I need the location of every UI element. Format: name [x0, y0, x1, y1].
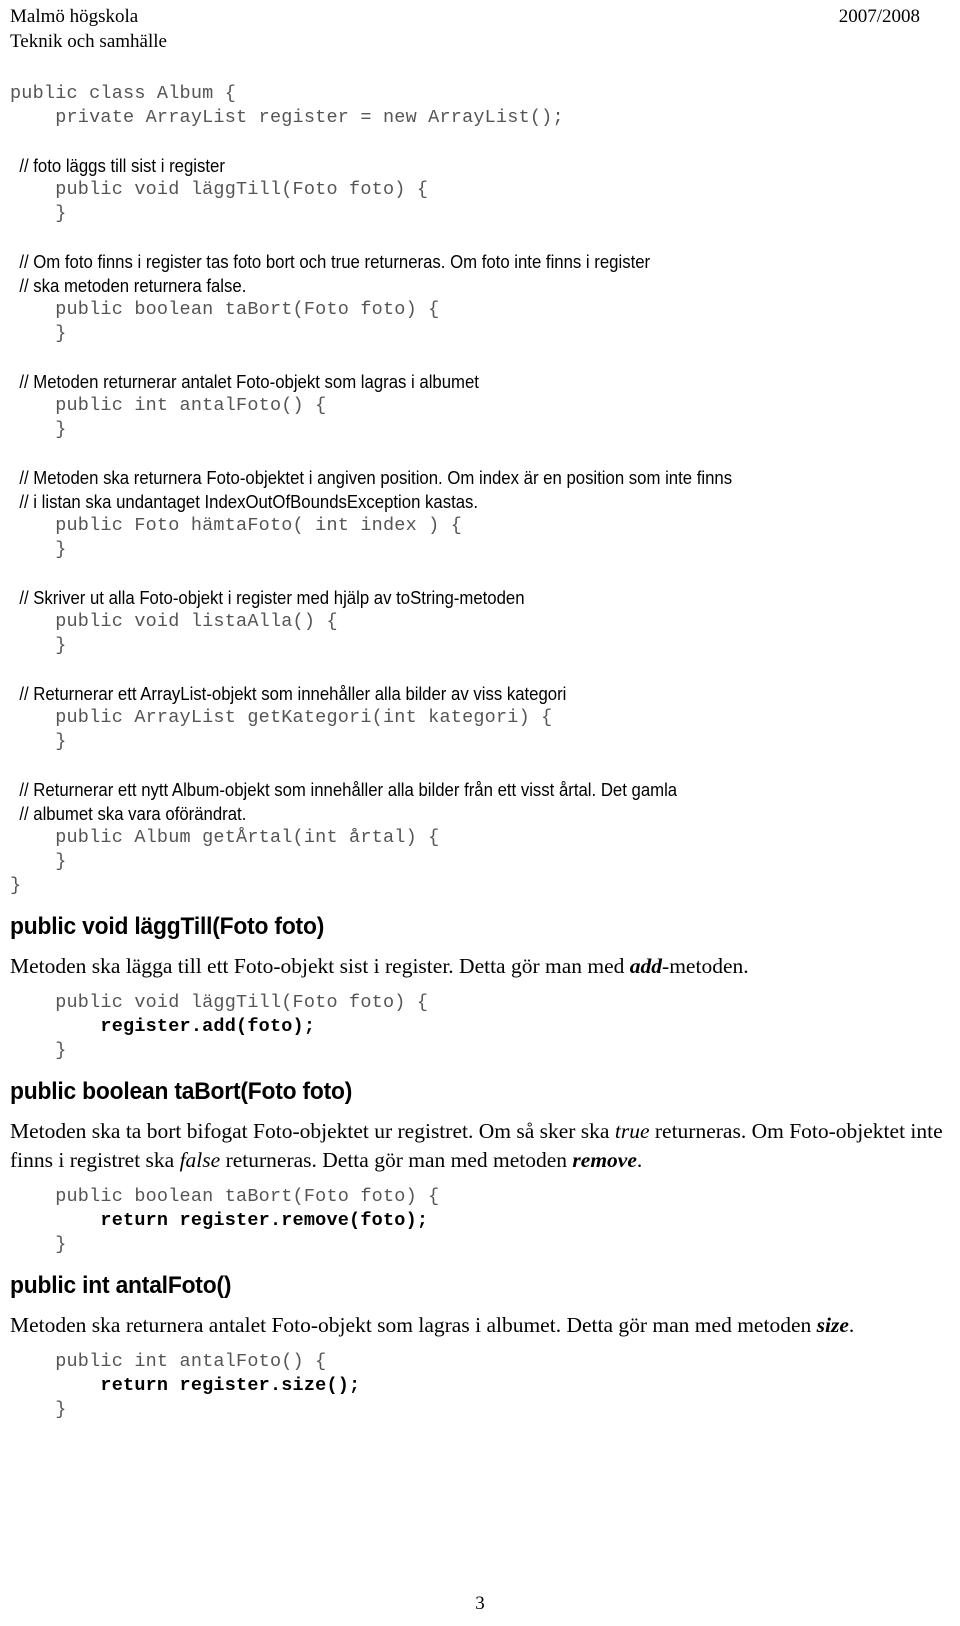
- method-section: public void läggTill(Foto foto) Metoden s…: [10, 912, 946, 1063]
- code-line: }: [10, 851, 67, 872]
- document-body: public class Album { private ArrayList r…: [0, 82, 960, 1428]
- class-skeleton-listing: public class Album { private ArrayList r…: [10, 82, 946, 898]
- code-line: }: [10, 419, 67, 440]
- code-comment-line: // Metoden ska returnera Foto-objektet i…: [10, 468, 733, 488]
- method-description: Metoden ska ta bort bifogat Foto-objekte…: [10, 1117, 946, 1175]
- solution-code-line: }: [10, 1399, 67, 1420]
- document-header: Malmö högskola Teknik och samhälle 2007/…: [0, 0, 960, 64]
- emphasised-method-name: remove: [572, 1148, 637, 1172]
- document-page: Malmö högskola Teknik och samhälle 2007/…: [0, 0, 960, 1626]
- solution-code-line: public boolean taBort(Foto foto) {: [10, 1186, 440, 1207]
- faculty-name: Teknik och samhälle: [10, 31, 167, 52]
- code-line: public class Album {: [10, 83, 237, 104]
- code-line: public Album getÅrtal(int årtal) {: [10, 827, 440, 848]
- description-text: .: [848, 1313, 855, 1337]
- method-signature-heading: public boolean taBort(Foto foto): [10, 1078, 353, 1105]
- method-section: public int antalFoto() Metoden ska return…: [10, 1271, 946, 1422]
- emphasised-literal: true: [614, 1119, 650, 1143]
- code-line: public int antalFoto() {: [10, 395, 327, 416]
- solution-code-line: public int antalFoto() {: [10, 1351, 327, 1372]
- description-text: Metoden ska lägga till ett Foto-objekt s…: [10, 954, 630, 978]
- code-line: }: [10, 203, 67, 224]
- method-signature-heading: public void läggTill(Foto foto): [10, 913, 325, 940]
- institution-name: Malmö högskola: [10, 6, 139, 27]
- code-comment-line: // Returnerar ett ArrayList-objekt som i…: [10, 684, 567, 704]
- solution-code-line: }: [10, 1040, 67, 1061]
- code-comment-line: // i listan ska undantaget IndexOutOfBou…: [10, 492, 479, 512]
- code-comment-line: // ska metoden returnera false.: [10, 276, 247, 296]
- institution-block: Malmö högskola Teknik och samhälle: [10, 4, 167, 54]
- solution-code-line-highlighted: return register.size();: [10, 1375, 361, 1396]
- code-line: public void listaAlla() {: [10, 611, 338, 632]
- description-text: Metoden ska ta bort bifogat Foto-objekte…: [10, 1119, 615, 1143]
- solution-code-block: public void läggTill(Foto foto) { regist…: [10, 991, 946, 1063]
- emphasised-method-name: add: [629, 954, 663, 978]
- method-sections: public void läggTill(Foto foto) Metoden s…: [10, 912, 946, 1422]
- description-text: Metoden ska returnera antalet Foto-objek…: [10, 1313, 817, 1337]
- code-comment-line: // Returnerar ett nytt Album-objekt som …: [10, 780, 678, 800]
- solution-code-line-highlighted: register.add(foto);: [10, 1016, 316, 1037]
- code-comment-line: // foto läggs till sist i register: [10, 156, 225, 176]
- emphasised-literal: false: [179, 1148, 221, 1172]
- code-comment-line: // albumet ska vara oförändrat.: [10, 804, 247, 824]
- code-line: public ArrayList getKategori(int kategor…: [10, 707, 553, 728]
- code-line: public boolean taBort(Foto foto) {: [10, 299, 440, 320]
- code-line: }: [10, 731, 67, 752]
- solution-code-block: public int antalFoto() { return register…: [10, 1350, 946, 1422]
- solution-code-line: }: [10, 1234, 67, 1255]
- description-text: .: [636, 1148, 643, 1172]
- code-line: }: [10, 635, 67, 656]
- code-comment-line: // Skriver ut alla Foto-objekt i registe…: [10, 588, 525, 608]
- method-section: public boolean taBort(Foto foto) Metoden …: [10, 1077, 946, 1257]
- solution-code-block: public boolean taBort(Foto foto) { retur…: [10, 1185, 946, 1257]
- page-number: 3: [475, 1593, 485, 1614]
- code-line: public Foto hämtaFoto( int index ) {: [10, 515, 463, 536]
- code-line: }: [10, 323, 67, 344]
- method-description: Metoden ska lägga till ett Foto-objekt s…: [10, 952, 946, 981]
- code-line: }: [10, 539, 67, 560]
- method-signature-heading: public int antalFoto(): [10, 1272, 232, 1299]
- solution-code-line-highlighted: return register.remove(foto);: [10, 1210, 429, 1231]
- code-comment-line: // Metoden returnerar antalet Foto-objek…: [10, 372, 479, 392]
- academic-year: 2007/2008: [838, 6, 920, 27]
- emphasised-method-name: size: [816, 1313, 849, 1337]
- solution-code-line: public void läggTill(Foto foto) {: [10, 992, 429, 1013]
- code-line: private ArrayList register = new ArrayLi…: [10, 107, 564, 128]
- method-description: Metoden ska returnera antalet Foto-objek…: [10, 1311, 946, 1340]
- description-text: returneras. Detta gör man med metoden: [220, 1148, 573, 1172]
- code-line: }: [10, 875, 22, 896]
- code-comment-line: // Om foto finns i register tas foto bor…: [10, 252, 651, 272]
- description-text: -metoden.: [662, 954, 749, 978]
- code-line: public void läggTill(Foto foto) {: [10, 179, 429, 200]
